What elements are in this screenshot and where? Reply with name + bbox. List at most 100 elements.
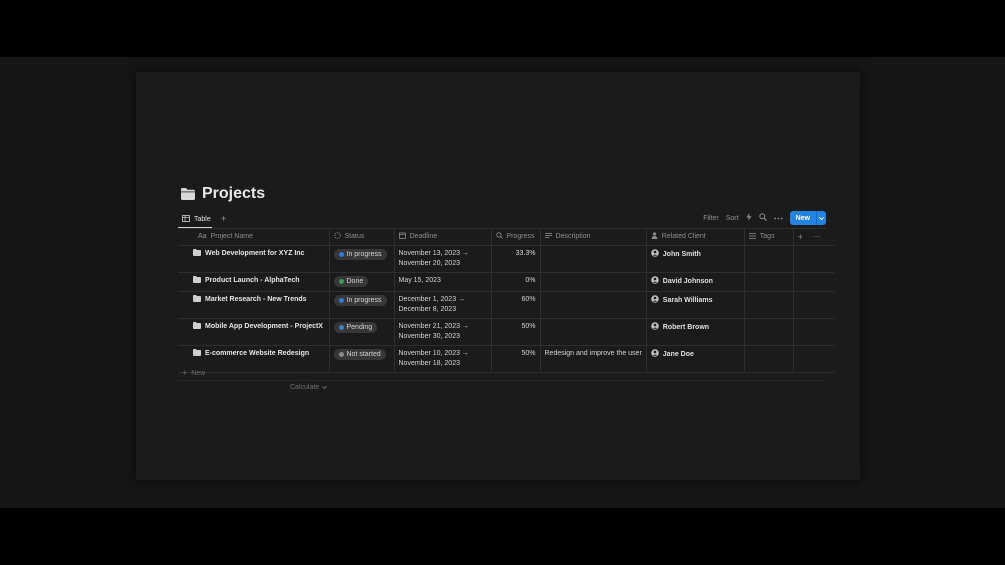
description-cell[interactable] (540, 272, 647, 292)
row-actions-cell (793, 345, 835, 373)
status-dot (338, 251, 344, 257)
status-cell[interactable]: Pending (329, 318, 395, 346)
filter-button[interactable]: Filter (703, 215, 719, 222)
deadline-start: May 15, 2023 (398, 276, 441, 284)
project-name-cell[interactable]: Mobile App Development - ProjectX (178, 318, 330, 346)
related-client-cell[interactable]: John Smith (646, 245, 745, 273)
column-header-progress[interactable]: Progress (491, 229, 541, 246)
column-header-project-name[interactable]: Aa Project Name (178, 229, 330, 246)
projects-table: Aa Project Name Status Deadline Progress… (178, 229, 835, 373)
row-actions-cell (793, 318, 835, 346)
status-badge: In progress (333, 294, 387, 306)
deadline-cell[interactable]: May 15, 2023 (394, 272, 492, 292)
deadline-end: December 8, 2023 (398, 305, 457, 313)
folder-icon (193, 348, 201, 360)
deadline-cell[interactable]: November 21, 2023 → November 30, 2023 (394, 318, 492, 346)
folder-icon (193, 275, 201, 287)
description-cell[interactable]: Redesign and improve the user (540, 345, 647, 373)
table-row[interactable]: Web Development for XYZ Inc In progress … (178, 245, 835, 273)
folder-icon (181, 188, 195, 200)
automation-icon[interactable] (746, 213, 752, 223)
deadline-end: November 30, 2023 (398, 332, 460, 340)
calendar-icon (398, 232, 406, 241)
status-dot (338, 351, 344, 357)
list-icon (748, 232, 756, 241)
status-badge: In progress (333, 248, 387, 260)
status-cell[interactable]: Done (329, 272, 395, 292)
new-dropdown-button[interactable] (816, 211, 826, 225)
related-client-cell[interactable]: Sarah Williams (646, 291, 745, 319)
deadline-start: November 13, 2023 → (398, 249, 469, 257)
project-name-cell[interactable]: Product Launch - AlphaTech (178, 272, 330, 292)
plus-icon: + (182, 368, 188, 378)
status-dot (338, 297, 344, 303)
tab-table[interactable]: Table (178, 210, 215, 228)
person-icon (651, 232, 658, 241)
add-view-button[interactable]: + (221, 214, 227, 225)
table-icon (182, 214, 190, 224)
tags-cell[interactable] (744, 245, 794, 273)
status-dot (338, 278, 344, 284)
database-page: Projects Table + Filter Sort New Aa Proj… (136, 72, 860, 480)
related-client-cell[interactable]: David Johnson (646, 272, 745, 292)
tags-cell[interactable] (744, 345, 794, 373)
column-header-description[interactable]: Description (540, 229, 647, 246)
related-client-cell[interactable]: Robert Brown (646, 318, 745, 346)
deadline-end: November 20, 2023 (398, 259, 460, 267)
new-button-group: New (789, 211, 826, 225)
description-cell[interactable] (540, 291, 647, 319)
progress-cell[interactable]: 33.3% (491, 245, 541, 273)
description-cell[interactable] (540, 318, 647, 346)
description-cell[interactable] (540, 245, 647, 273)
table-row[interactable]: Market Research - New Trends In progress… (178, 291, 835, 319)
page-header: Projects (181, 185, 265, 203)
avatar-icon (650, 275, 659, 288)
project-name-cell[interactable]: Market Research - New Trends (178, 291, 330, 319)
deadline-cell[interactable]: November 10, 2023 → November 18, 2023 (394, 345, 492, 373)
table-row[interactable]: Mobile App Development - ProjectX Pendin… (178, 318, 835, 346)
progress-cell[interactable]: 50% (491, 345, 541, 373)
tags-cell[interactable] (744, 318, 794, 346)
status-cell[interactable]: In progress (329, 291, 395, 319)
column-header-deadline[interactable]: Deadline (394, 229, 492, 246)
folder-icon (193, 321, 201, 333)
new-button[interactable]: New (789, 211, 816, 225)
more-options-icon[interactable] (773, 215, 783, 222)
progress-cell[interactable]: 60% (491, 291, 541, 319)
deadline-start: November 21, 2023 → (398, 322, 469, 330)
chevron-down-icon (322, 384, 328, 391)
column-header-related-client[interactable]: Related Client (646, 229, 745, 246)
progress-cell[interactable]: 50% (491, 318, 541, 346)
column-actions: + ··· (793, 229, 835, 246)
tags-cell[interactable] (744, 272, 794, 292)
status-cell[interactable]: In progress (329, 245, 395, 273)
add-row-button[interactable]: + New (182, 368, 205, 378)
row-actions-cell (793, 245, 835, 273)
avatar-icon (650, 348, 659, 361)
project-name-cell[interactable]: Web Development for XYZ Inc (178, 245, 330, 273)
search-icon[interactable] (758, 213, 767, 223)
column-header-tags[interactable]: Tags (744, 229, 794, 246)
related-client-cell[interactable]: Jane Doe (646, 345, 745, 373)
sort-button[interactable]: Sort (726, 215, 739, 222)
column-header-status[interactable]: Status (329, 229, 395, 246)
add-column-icon[interactable]: + (798, 232, 803, 242)
status-badge: Done (333, 275, 369, 287)
more-options-icon[interactable]: ··· (813, 232, 821, 241)
text-lines-icon (544, 232, 552, 241)
row-actions-cell (793, 272, 835, 292)
progress-cell[interactable]: 0% (491, 272, 541, 292)
status-badge: Pending (333, 321, 378, 333)
status-cell[interactable]: Not started (329, 345, 395, 373)
tags-cell[interactable] (744, 291, 794, 319)
calculate-button[interactable]: Calculate (290, 384, 328, 391)
deadline-cell[interactable]: November 13, 2023 → November 20, 2023 (394, 245, 492, 273)
tab-table-label: Table (194, 215, 211, 223)
table-row[interactable]: E-commerce Website Redesign Not started … (178, 345, 835, 373)
view-tabs: Table + (178, 210, 227, 228)
deadline-start: December 1, 2023 → (398, 295, 466, 303)
search-icon (495, 232, 503, 241)
deadline-cell[interactable]: December 1, 2023 → December 8, 2023 (394, 291, 492, 319)
row-actions-cell (793, 291, 835, 319)
table-row[interactable]: Product Launch - AlphaTech Done May 15, … (178, 272, 835, 292)
